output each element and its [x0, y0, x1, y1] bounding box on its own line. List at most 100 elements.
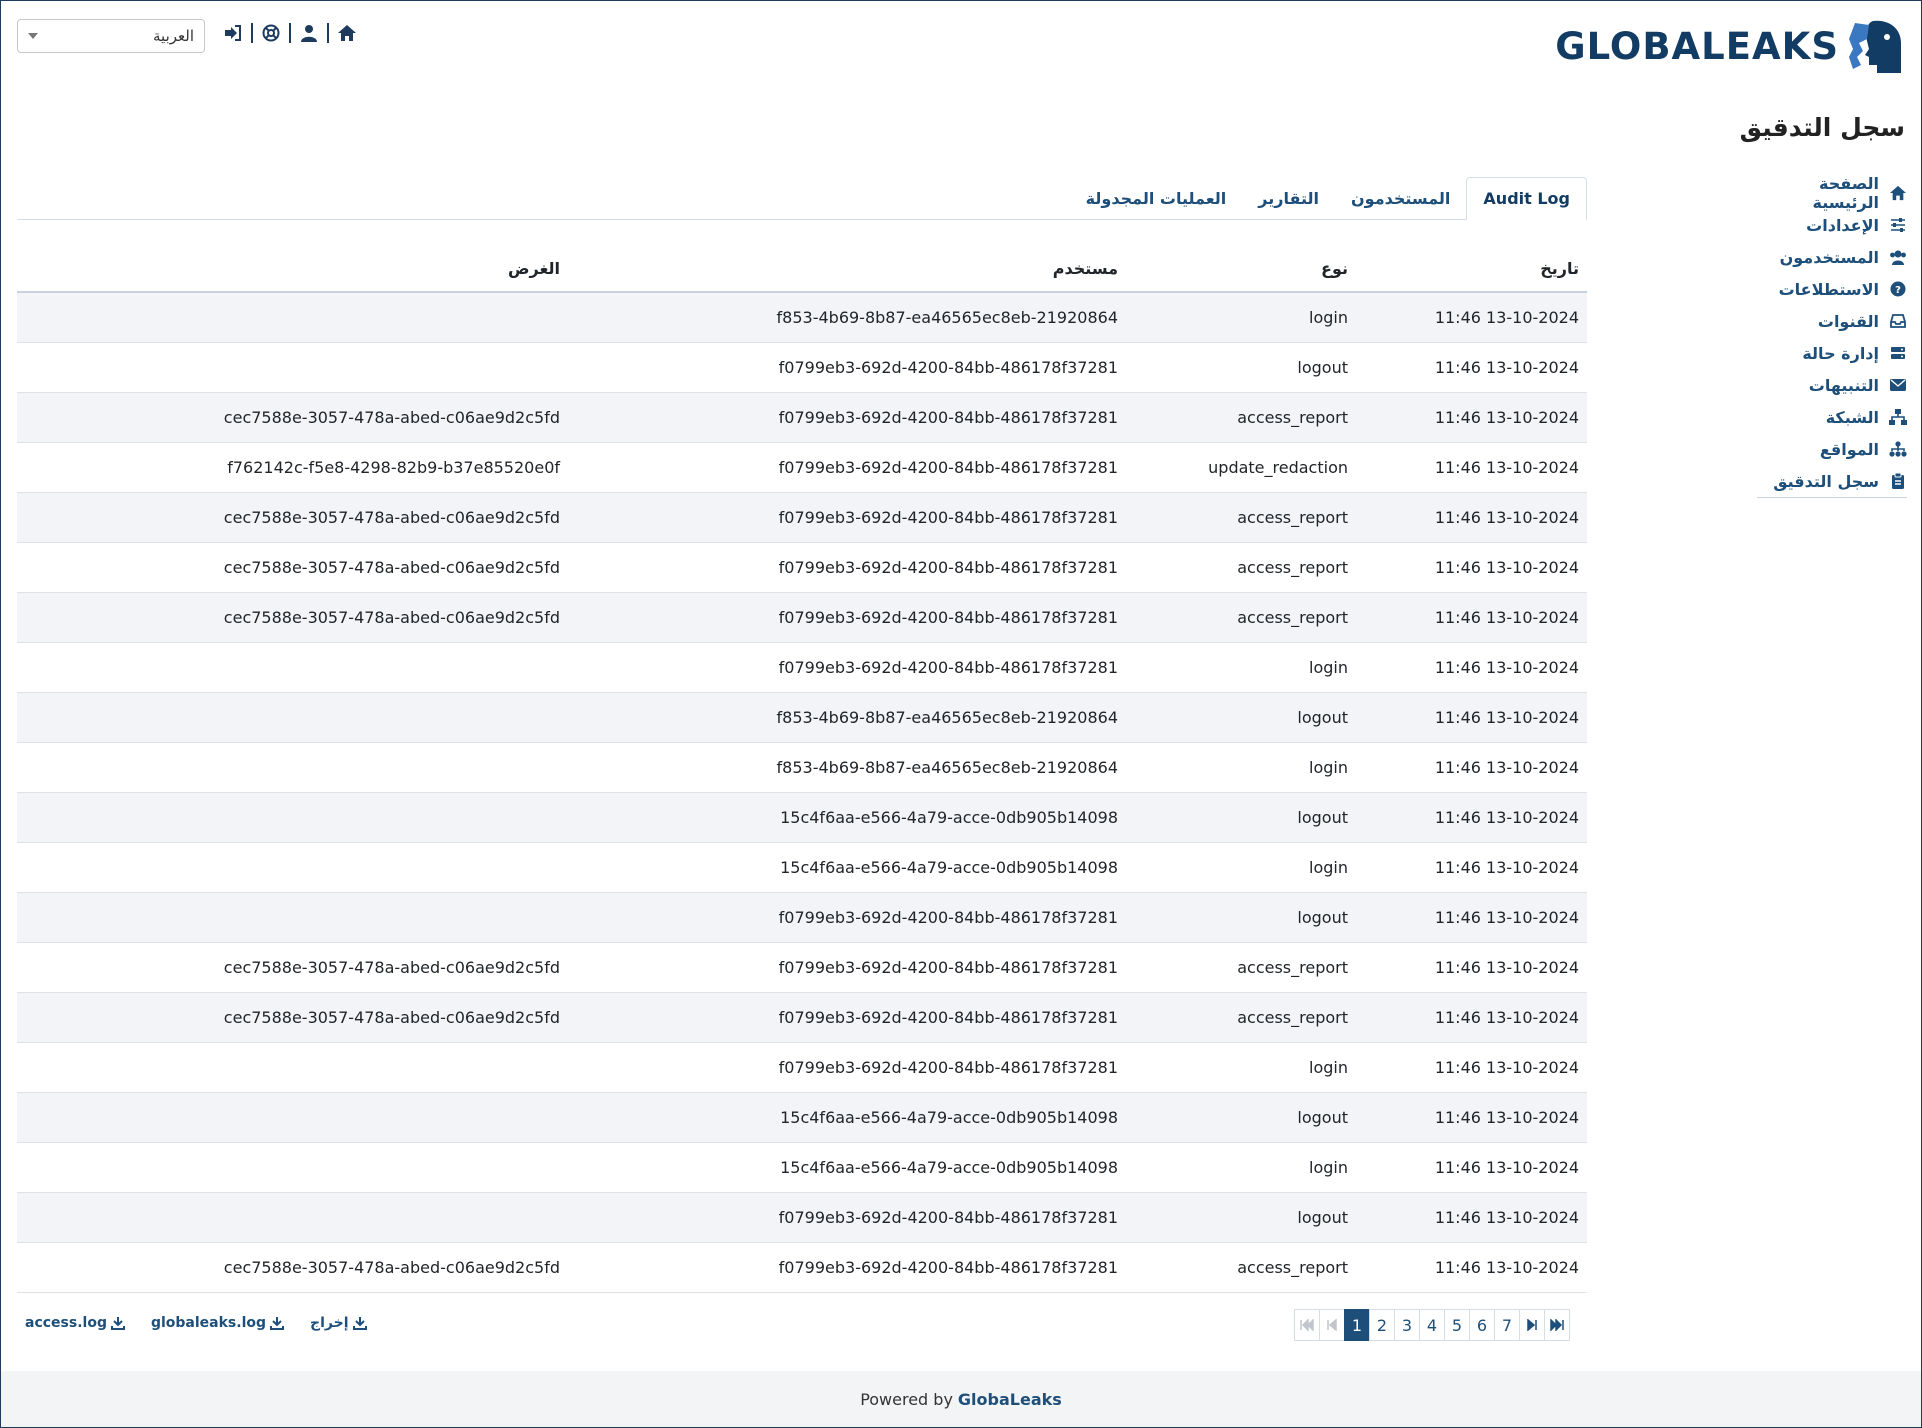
sidebar-item-case-management[interactable]: إدارة حالة: [1757, 337, 1907, 369]
cell-date: 13-10-2024 11:46: [1356, 292, 1587, 343]
globaleaks-link[interactable]: GlobaLeaks: [958, 1390, 1062, 1409]
sidebar-item-network[interactable]: الشبكة: [1757, 401, 1907, 433]
page-button[interactable]: 5: [1444, 1309, 1470, 1341]
sidebar-item-label: الاستطلاعات: [1778, 279, 1879, 299]
cell-type: login: [1126, 1142, 1356, 1193]
sidebar-item-audit-log[interactable]: سجل التدقيق: [1757, 465, 1907, 498]
question-icon: ?: [1889, 280, 1907, 298]
export-link[interactable]: إخراج: [310, 1315, 367, 1331]
logo-text: GLOBALEAKS: [1555, 24, 1839, 68]
envelope-icon: [1889, 376, 1907, 394]
cell-date: 13-10-2024 11:46: [1356, 792, 1587, 843]
cell-date: 13-10-2024 11:46: [1356, 1142, 1587, 1193]
sidebar-item-label: سجل التدقيق: [1773, 471, 1879, 491]
sidebar-item-settings[interactable]: الإعدادات: [1757, 209, 1907, 241]
chevron-down-icon: [28, 33, 38, 39]
cell-type: access_report: [1126, 542, 1356, 593]
column-header-object[interactable]: الغرض: [17, 245, 568, 293]
tab-audit-log[interactable]: Audit Log: [1466, 177, 1587, 220]
cell-user: f0799eb3-692d-4200-84bb-486178f37281: [568, 442, 1126, 493]
table-row: 13-10-2024 11:46 access_report f0799eb3-69…: [17, 942, 1587, 993]
cell-user: 15c4f6aa-e566-4a79-acce-0db905b14098: [568, 1092, 1126, 1143]
download-globaleaks-log-link[interactable]: globaleaks.log: [151, 1315, 285, 1331]
download-access-log-link[interactable]: access.log: [25, 1315, 125, 1331]
sidebar-item-label: المستخدمون: [1779, 247, 1879, 267]
table-row: 13-10-2024 11:46 login f853-4b69-8b87-ea46…: [17, 742, 1587, 793]
table-row: 13-10-2024 11:46 logout 15c4f6aa-e566-4a79…: [17, 792, 1587, 843]
cell-date: 13-10-2024 11:46: [1356, 442, 1587, 493]
sidebar-item-label: القنوات: [1817, 311, 1879, 331]
table-row: 13-10-2024 11:46 update_redaction f0799eb3…: [17, 442, 1587, 493]
support-icon[interactable]: [261, 23, 281, 43]
sidebar-item-home[interactable]: الصفحة الرئيسية: [1757, 174, 1907, 212]
cell-object: [17, 842, 568, 893]
page-button[interactable]: 1: [1344, 1309, 1370, 1341]
cell-type: logout: [1126, 1192, 1356, 1243]
user-icon[interactable]: [299, 23, 319, 43]
page-button[interactable]: 2: [1369, 1309, 1395, 1341]
table-row: 13-10-2024 11:46 login f0799eb3-692d-4200-…: [17, 1042, 1587, 1093]
cell-date: 13-10-2024 11:46: [1356, 742, 1587, 793]
column-header-type[interactable]: نوع: [1126, 245, 1356, 293]
page-button[interactable]: 4: [1419, 1309, 1445, 1341]
cell-type: access_report: [1126, 492, 1356, 543]
cell-type: logout: [1126, 1092, 1356, 1143]
sidebar-item-notifications[interactable]: التنبيهات: [1757, 369, 1907, 401]
tab-reports[interactable]: التقارير: [1242, 177, 1335, 219]
cell-type: access_report: [1126, 992, 1356, 1043]
cell-user: f0799eb3-692d-4200-84bb-486178f37281: [568, 492, 1126, 543]
clipboard-icon: [1889, 472, 1907, 490]
cell-type: logout: [1126, 692, 1356, 743]
tab-scheduled-jobs[interactable]: العمليات المجدولة: [1070, 177, 1243, 219]
first-page-icon[interactable]: [1294, 1309, 1320, 1341]
table-row: 13-10-2024 11:46 login f853-4b69-8b87-ea46…: [17, 292, 1587, 343]
cell-date: 13-10-2024 11:46: [1356, 1242, 1587, 1293]
sidebar-item-channels[interactable]: القنوات: [1757, 305, 1907, 337]
cell-user: 15c4f6aa-e566-4a79-acce-0db905b14098: [568, 842, 1126, 893]
logout-icon[interactable]: [223, 23, 243, 43]
cell-date: 13-10-2024 11:46: [1356, 992, 1587, 1043]
sidebar-item-questionnaires[interactable]: ? الاستطلاعات: [1757, 273, 1907, 305]
cell-user: f853-4b69-8b87-ea46565ec8eb-21920864: [568, 692, 1126, 743]
previous-page-icon[interactable]: [1319, 1309, 1345, 1341]
cell-user: f0799eb3-692d-4200-84bb-486178f37281: [568, 342, 1126, 393]
table-row: 13-10-2024 11:46 login f0799eb3-692d-4200-…: [17, 642, 1587, 693]
page-button[interactable]: 6: [1469, 1309, 1495, 1341]
cell-user: f0799eb3-692d-4200-84bb-486178f37281: [568, 1242, 1126, 1293]
home-icon[interactable]: [337, 23, 357, 43]
language-select[interactable]: العربية: [17, 19, 205, 53]
page-button[interactable]: 7: [1494, 1309, 1520, 1341]
table-row: 13-10-2024 11:46 access_report f0799eb3-69…: [17, 542, 1587, 593]
cell-object: cec7588e-3057-478a-abed-c06ae9d2c5fd: [17, 942, 568, 993]
download-icon: [110, 1317, 125, 1330]
cell-date: 13-10-2024 11:46: [1356, 1042, 1587, 1093]
sidebar-item-users[interactable]: المستخدمون: [1757, 241, 1907, 273]
cell-object: [17, 642, 568, 693]
cell-type: access_report: [1126, 1242, 1356, 1293]
cell-date: 13-10-2024 11:46: [1356, 842, 1587, 893]
cell-user: f0799eb3-692d-4200-84bb-486178f37281: [568, 642, 1126, 693]
cell-object: [17, 1142, 568, 1193]
cell-object: cec7588e-3057-478a-abed-c06ae9d2c5fd: [17, 392, 568, 443]
audit-log-table: تاريخ نوع مستخدم الغرض 13-10-2024 11:46 l…: [17, 245, 1587, 1293]
table-row: 13-10-2024 11:46 logout f853-4b69-8b87-ea4…: [17, 692, 1587, 743]
last-page-icon[interactable]: [1544, 1309, 1570, 1341]
table-row: 13-10-2024 11:46 login 15c4f6aa-e566-4a79-…: [17, 1142, 1587, 1193]
column-header-user[interactable]: مستخدم: [568, 245, 1126, 293]
tab-bar: Audit Log المستخدمون التقارير العمليات ا…: [17, 177, 1587, 220]
cell-date: 13-10-2024 11:46: [1356, 892, 1587, 943]
page-button[interactable]: 3: [1394, 1309, 1420, 1341]
next-page-icon[interactable]: [1519, 1309, 1545, 1341]
sidebar-item-label: إدارة حالة: [1802, 343, 1879, 363]
brand-logo[interactable]: GLOBALEAKS: [1555, 17, 1905, 75]
tab-users[interactable]: المستخدمون: [1335, 177, 1466, 219]
cell-user: f853-4b69-8b87-ea46565ec8eb-21920864: [568, 292, 1126, 343]
cell-object: [17, 742, 568, 793]
cell-object: [17, 1092, 568, 1143]
cell-user: f0799eb3-692d-4200-84bb-486178f37281: [568, 1042, 1126, 1093]
pagination: 1 2 3 4 5 6 7: [1294, 1309, 1570, 1341]
sidebar-item-sites[interactable]: المواقع: [1757, 433, 1907, 465]
cell-user: f0799eb3-692d-4200-84bb-486178f37281: [568, 1192, 1126, 1243]
column-header-date[interactable]: تاريخ: [1356, 245, 1587, 293]
cell-object: [17, 1192, 568, 1243]
